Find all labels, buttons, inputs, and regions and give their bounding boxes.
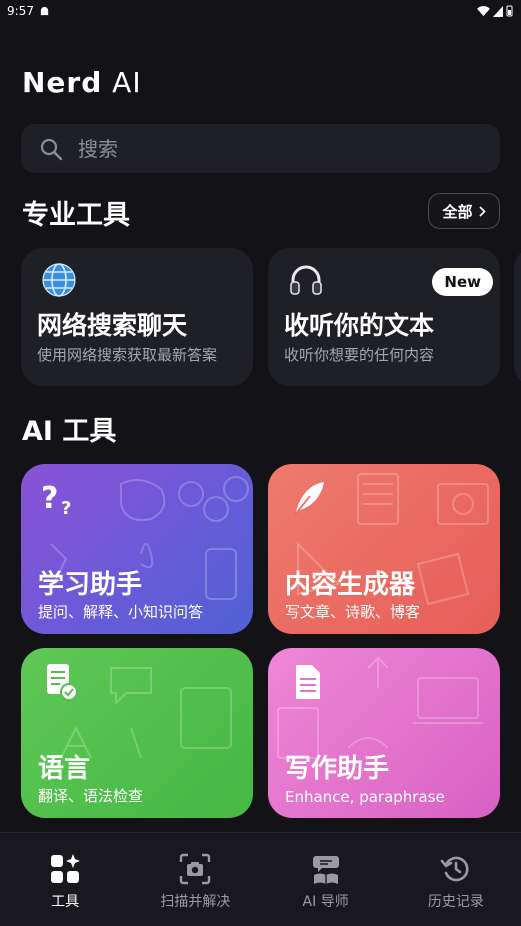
- status-right: [477, 5, 513, 17]
- study-assistant-title: 学习助手: [38, 570, 143, 600]
- search-icon: [40, 138, 63, 160]
- nav-ai-tutor[interactable]: AI 导师: [261, 853, 391, 911]
- svg-text:?: ?: [41, 481, 58, 516]
- camera-scan-icon: [180, 853, 211, 885]
- status-time: 9:57: [7, 4, 34, 18]
- app-title-bold: Nerd: [22, 66, 103, 99]
- chevron-right-icon: [478, 205, 486, 217]
- globe-icon: [42, 263, 76, 297]
- content-generator-subtitle: 写文章、诗歌、博客: [285, 603, 421, 621]
- new-badge: New: [432, 268, 493, 296]
- nav-history-label: 历史记录: [427, 894, 484, 910]
- tutor-icon: [312, 856, 339, 884]
- ai-tools-heading: AI 工具: [22, 416, 117, 447]
- next-pro-card-peek[interactable]: [514, 248, 521, 386]
- app-title-light: AI: [102, 66, 142, 99]
- wifi-icon: [477, 5, 490, 16]
- feather-icon: [293, 482, 324, 517]
- android-notification-icon: [40, 6, 49, 15]
- status-left: 9:57: [7, 4, 50, 18]
- app-screen: 9:57 Nerd AI 专业工具: [0, 0, 521, 926]
- svg-text:?: ?: [61, 498, 71, 518]
- tools-grid-icon: [51, 854, 81, 883]
- study-assistant-subtitle: 提问、解释、小知识问答: [38, 603, 204, 621]
- signal-icon: [493, 5, 503, 17]
- language-title: 语言: [38, 754, 91, 784]
- app-title: Nerd AI: [22, 66, 142, 99]
- web-search-chat-title: 网络搜索聊天: [37, 311, 188, 340]
- writing-assistant-card[interactable]: 写作助手 Enhance, paraphrase: [268, 648, 500, 818]
- search-input[interactable]: [78, 136, 458, 161]
- writing-assistant-title: 写作助手: [285, 754, 390, 784]
- nav-tools-label: 工具: [51, 894, 80, 910]
- content-generator-title: 内容生成器: [285, 570, 416, 600]
- bottom-nav: 工具 扫描并解决 AI 导师 历史记录: [0, 832, 521, 926]
- document-icon: [296, 665, 320, 699]
- document-check-icon: [47, 664, 78, 701]
- listen-text-title: 收听你的文本: [284, 311, 435, 340]
- nav-ai-tutor-label: AI 导师: [302, 894, 349, 910]
- see-all-label: 全部: [442, 202, 473, 221]
- writing-assistant-subtitle: Enhance, paraphrase: [285, 788, 445, 806]
- nav-history[interactable]: 历史记录: [391, 853, 521, 911]
- listen-text-card[interactable]: New 收听你的文本 收听你想要的任何内容: [268, 248, 500, 386]
- pro-tools-heading: 专业工具: [22, 200, 130, 231]
- web-search-chat-subtitle: 使用网络搜索获取最新答案: [37, 346, 218, 364]
- question-marks-icon: ? ?: [41, 481, 71, 518]
- listen-text-subtitle: 收听你想要的任何内容: [284, 346, 435, 364]
- history-icon: [440, 856, 469, 882]
- battery-icon: [506, 5, 513, 17]
- nav-scan-solve[interactable]: 扫描并解决: [130, 853, 260, 911]
- web-search-chat-card[interactable]: 网络搜索聊天 使用网络搜索获取最新答案: [21, 248, 253, 386]
- study-assistant-card[interactable]: ? ? 学习助手 提问、解释、小知识问答: [21, 464, 253, 634]
- language-card[interactable]: 语言 翻译、语法检查: [21, 648, 253, 818]
- see-all-button[interactable]: 全部: [428, 193, 500, 229]
- nav-scan-solve-label: 扫描并解决: [160, 894, 231, 910]
- language-subtitle: 翻译、语法检查: [38, 787, 144, 805]
- search-bar[interactable]: [21, 124, 500, 173]
- status-bar: 9:57: [0, 0, 521, 22]
- headphones-icon: [290, 265, 322, 295]
- nav-tools[interactable]: 工具: [0, 853, 130, 911]
- content-generator-card[interactable]: 内容生成器 写文章、诗歌、博客: [268, 464, 500, 634]
